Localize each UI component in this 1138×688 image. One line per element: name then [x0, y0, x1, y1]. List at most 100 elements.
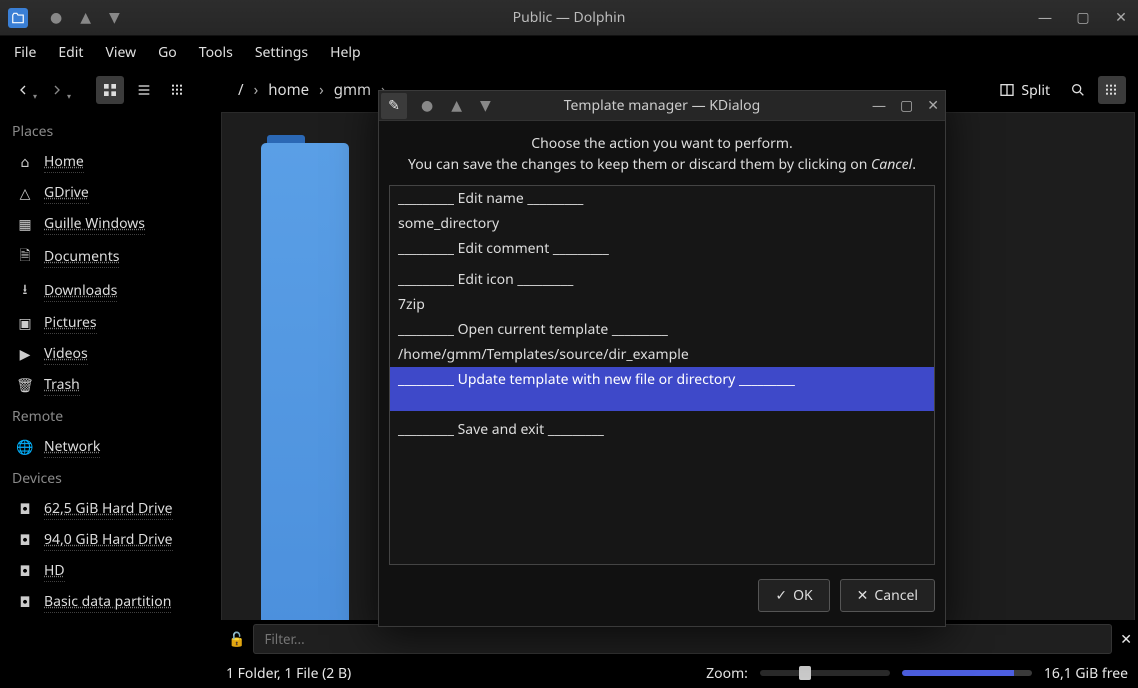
window-minimize-button[interactable]: — — [1034, 8, 1056, 27]
up-icon: ▲ — [451, 96, 462, 115]
sidebar-item-label: Guille Windows — [44, 214, 145, 235]
sidebar-item-network[interactable]: 🌐 Network — [0, 432, 218, 463]
crumb-root[interactable]: / — [238, 80, 244, 100]
dialog-titlebar: ✎ ● ▲ ▼ Template manager — KDialog — ▢ ✕ — [379, 91, 945, 121]
sidebar-item-home[interactable]: ⌂Home — [0, 147, 218, 178]
search-button[interactable] — [1064, 76, 1092, 104]
dialog-list-item[interactable]: _________ Edit icon _________ — [390, 267, 934, 292]
forward-button[interactable] — [46, 76, 74, 104]
pencil-icon: ✎ — [381, 93, 407, 119]
sidebar-item-label: Documents — [44, 247, 119, 268]
place-icon: ⭳ — [16, 279, 34, 303]
zoom-label: Zoom: — [706, 664, 748, 683]
cancel-label: Cancel — [874, 586, 918, 605]
place-icon: △ — [16, 184, 34, 203]
dot-icon: ● — [50, 8, 62, 27]
place-icon: ⌂ — [16, 153, 34, 172]
chevron-right-icon: › — [319, 80, 324, 100]
dialog-close-button[interactable]: ✕ — [927, 96, 939, 115]
zoom-slider[interactable] — [760, 670, 890, 676]
dialog-msg-line2-post: . — [912, 155, 916, 174]
place-icon: 🗎 — [16, 245, 34, 269]
sidebar-item-label: 94,0 GiB Hard Drive — [44, 530, 173, 551]
chevron-right-icon: › — [254, 80, 259, 100]
crumb-home[interactable]: home — [268, 80, 309, 100]
sidebar-header-remote: Remote — [0, 401, 218, 432]
sidebar-item-documents[interactable]: 🗎 Documents — [0, 240, 218, 274]
sidebar-item-label: Downloads — [44, 281, 117, 302]
dialog-list-item[interactable]: some_directory — [390, 211, 934, 236]
place-icon: 🗑 — [16, 376, 34, 395]
window-close-button[interactable]: ✕ — [1110, 8, 1132, 27]
control-menu-button[interactable] — [1098, 76, 1126, 104]
device-icon: ◘ — [16, 500, 34, 519]
device-icon: ◘ — [16, 562, 34, 581]
menu-go[interactable]: Go — [158, 43, 177, 62]
dialog-msg-line2-pre: You can save the changes to keep them or… — [408, 155, 871, 174]
sidebar-item-basic-data-partition[interactable]: ◘ Basic data partition — [0, 587, 218, 618]
dialog-list[interactable]: _________ Edit name _________some_direct… — [389, 185, 935, 565]
ok-label: OK — [793, 586, 813, 605]
cancel-button[interactable]: ✕ Cancel — [840, 579, 935, 612]
sidebar-header-places: Places — [0, 116, 218, 147]
sidebar-item-gdrive[interactable]: △ GDrive — [0, 178, 218, 209]
sidebar-item-label: 62,5 GiB Hard Drive — [44, 499, 173, 520]
sidebar-item-downloads[interactable]: ⭳ Downloads — [0, 274, 218, 308]
dialog-list-item[interactable]: _________ Open current template ________… — [390, 317, 934, 342]
sidebar-item-pictures[interactable]: ▣Pictures — [0, 308, 218, 339]
sidebar-item-guille-windows[interactable]: ▦ Guille Windows — [0, 209, 218, 240]
sidebar-item-videos[interactable]: ▶Videos — [0, 339, 218, 370]
dialog-maximize-button[interactable]: ▢ — [900, 96, 913, 115]
sidebar-item-label: Trash — [44, 375, 80, 396]
menu-tools[interactable]: Tools — [199, 43, 233, 62]
disk-usage-bar — [902, 670, 1032, 676]
back-button[interactable] — [12, 76, 40, 104]
place-icon: ▣ — [16, 314, 34, 333]
titlebar-indicators: ● ▲ ▼ — [50, 8, 120, 27]
free-space: 16,1 GiB free — [1044, 664, 1128, 683]
dialog-list-item[interactable]: _________ Update template with new file … — [390, 367, 934, 411]
dialog-list-item[interactable]: _________ Edit name _________ — [390, 186, 934, 211]
sidebar-item-label: Basic data partition — [44, 592, 171, 613]
dialog-list-item[interactable]: /home/gmm/Templates/source/dir_example — [390, 342, 934, 367]
menu-view[interactable]: View — [105, 43, 136, 62]
dialog-list-item[interactable]: _________ Save and exit _________ — [390, 417, 934, 442]
menu-edit[interactable]: Edit — [58, 43, 83, 62]
details-view-button[interactable] — [164, 76, 192, 104]
dialog-message: Choose the action you want to perform. Y… — [389, 133, 935, 175]
menu-settings[interactable]: Settings — [255, 43, 308, 62]
dialog-list-item[interactable]: 7zip — [390, 292, 934, 317]
window-maximize-button[interactable]: ▢ — [1072, 8, 1094, 27]
sidebar-item-label: Network — [44, 437, 100, 458]
sidebar-item-label: Videos — [44, 344, 88, 365]
remote-icon: 🌐 — [16, 438, 34, 457]
dialog-minimize-button[interactable]: — — [872, 96, 886, 115]
sidebar-item-label: GDrive — [44, 183, 89, 204]
folder-item[interactable]: dir_example — [250, 135, 360, 232]
status-text: 1 Folder, 1 File (2 B) — [226, 664, 351, 683]
sidebar-item-94-0-gib-hard-drive[interactable]: ◘94,0 GiB Hard Drive — [0, 525, 218, 556]
sidebar-item-trash[interactable]: 🗑 Trash — [0, 370, 218, 401]
crumb-user[interactable]: gmm — [334, 80, 371, 100]
menu-help[interactable]: Help — [330, 43, 361, 62]
up-icon: ▲ — [80, 8, 91, 27]
menu-file[interactable]: File — [14, 43, 36, 62]
breadcrumb[interactable]: / › home › gmm › — [238, 80, 386, 100]
icons-view-button[interactable] — [96, 76, 124, 104]
split-button[interactable]: Split — [991, 81, 1058, 100]
folder-icon — [261, 135, 349, 205]
dialog-list-item[interactable]: _________ Edit comment _________ — [390, 236, 934, 261]
filter-close-button[interactable]: ✕ — [1120, 630, 1132, 649]
check-icon: ✓ — [775, 586, 787, 605]
sidebar-item-hd[interactable]: ◘HD — [0, 556, 218, 587]
device-icon: ◘ — [16, 593, 34, 612]
lock-icon[interactable]: 🔓 — [228, 630, 245, 649]
ok-button[interactable]: ✓ OK — [758, 579, 829, 612]
sidebar: Places ⌂Home △ GDrive ▦ Guille Windows 🗎 Docum… — [0, 112, 218, 636]
compact-view-button[interactable] — [130, 76, 158, 104]
menubar: File Edit View Go Tools Settings Help — [0, 36, 1138, 68]
place-icon: ▦ — [16, 215, 34, 234]
filter-input[interactable] — [253, 624, 1112, 654]
down-icon: ▼ — [480, 96, 491, 115]
sidebar-item-62-5-gib-hard-drive[interactable]: ◘ 62,5 GiB Hard Drive — [0, 494, 218, 525]
